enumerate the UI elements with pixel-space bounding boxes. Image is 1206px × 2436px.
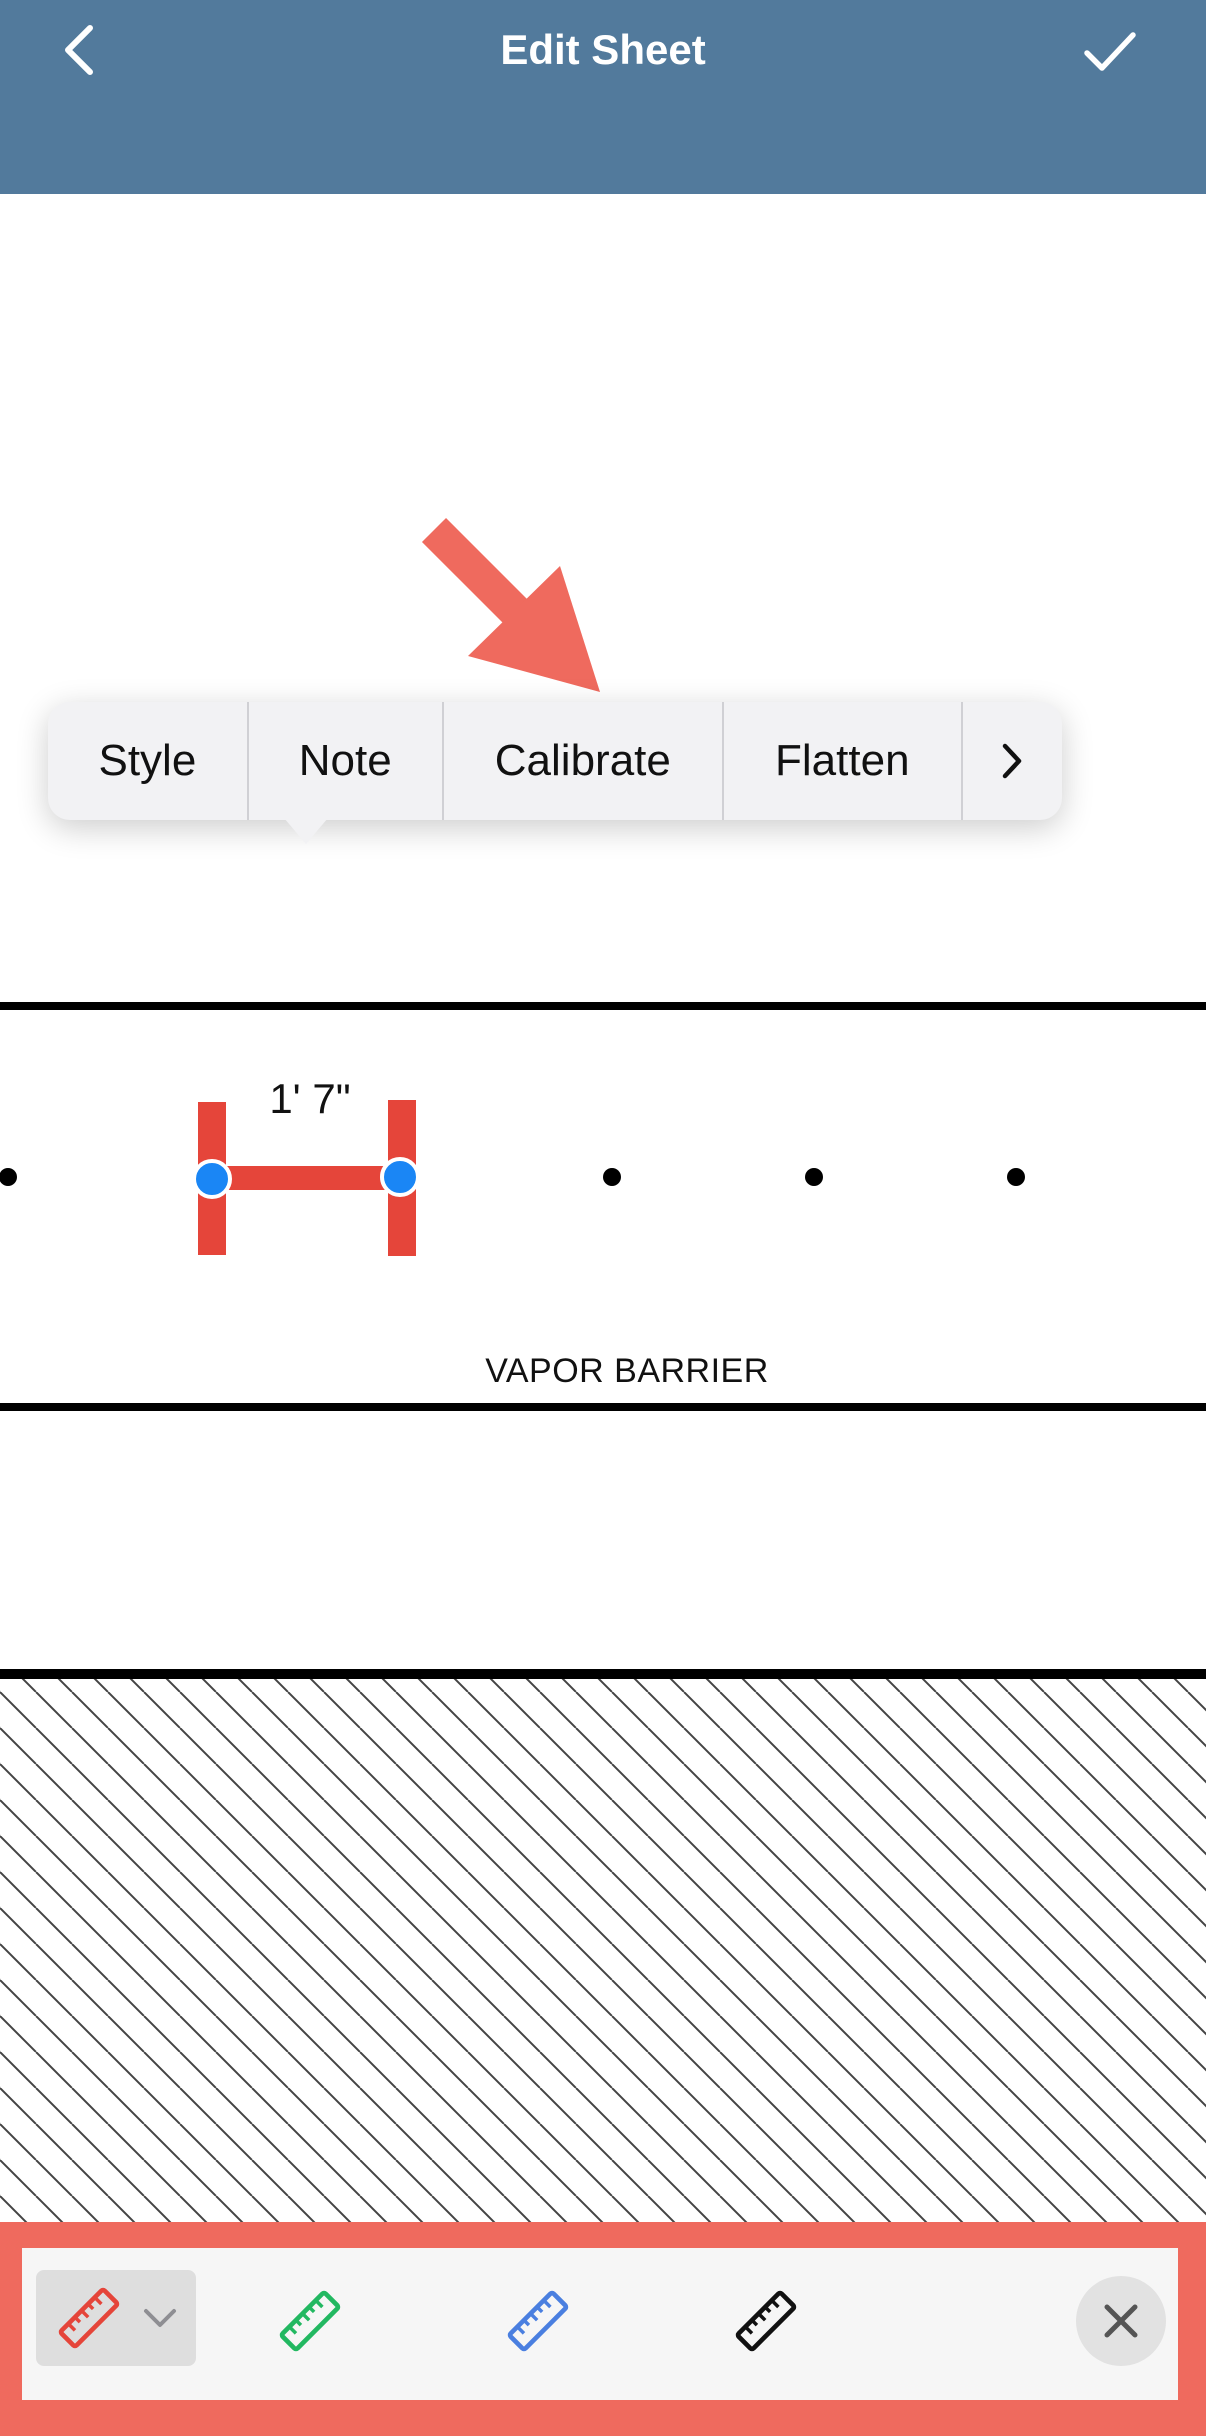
measurement-handle-end[interactable] (380, 1157, 420, 1197)
menu-pointer (284, 818, 328, 844)
annotation-arrow (421, 517, 600, 692)
checkmark-icon (1084, 32, 1136, 71)
menu-item-note[interactable]: Note (249, 702, 444, 820)
done-button[interactable] (1074, 18, 1146, 84)
chevron-down-icon[interactable] (142, 2307, 178, 2329)
menu-item-style[interactable]: Style (48, 702, 249, 820)
menu-item-calibrate[interactable]: Calibrate (444, 702, 724, 820)
ruler-icon (735, 2290, 797, 2352)
dot-marker (1007, 1168, 1025, 1186)
dot-marker (603, 1168, 621, 1186)
dot-marker (805, 1168, 823, 1186)
tool-ruler-red[interactable] (36, 2270, 196, 2366)
drawing-canvas[interactable] (0, 194, 1206, 2229)
navigation-bar: Edit Sheet (0, 0, 1206, 194)
page-title: Edit Sheet (500, 26, 706, 73)
menu-more-button[interactable] (963, 702, 1062, 820)
close-icon (1104, 2304, 1138, 2338)
measurement-annotation[interactable] (192, 1100, 420, 1256)
measurement-label: 1' 7" (269, 1075, 351, 1122)
measurement-handle-start[interactable] (192, 1159, 232, 1199)
tool-ruler-black[interactable] (718, 2276, 814, 2366)
chevron-right-icon (1003, 743, 1022, 779)
close-toolbar-button[interactable] (1076, 2276, 1166, 2366)
context-menu: Style Note Calibrate Flatten (48, 702, 1062, 820)
menu-item-flatten[interactable]: Flatten (724, 702, 963, 820)
ruler-icon (507, 2290, 569, 2352)
ruler-icon (279, 2290, 341, 2352)
ruler-icon (58, 2287, 120, 2349)
layer-label: VAPOR BARRIER (485, 1352, 769, 1390)
tool-ruler-blue[interactable] (490, 2276, 586, 2366)
dot-marker (0, 1168, 17, 1186)
tool-ruler-green[interactable] (262, 2276, 358, 2366)
hatched-ground (0, 1679, 1206, 2229)
